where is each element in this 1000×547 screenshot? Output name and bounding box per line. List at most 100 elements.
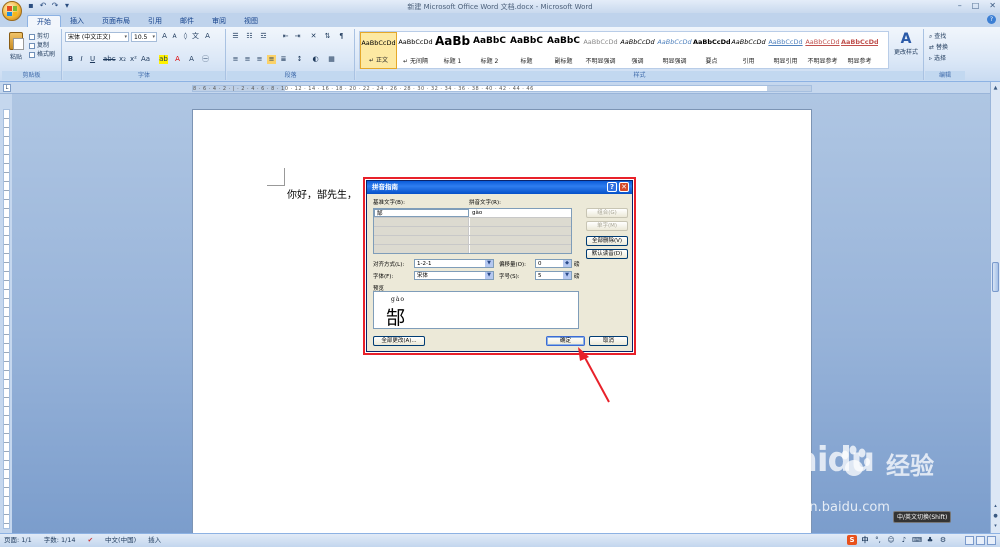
size-select[interactable]: 5 ▼	[535, 271, 572, 280]
align-right-icon[interactable]: ≡	[255, 55, 264, 64]
style-subtle-emphasis[interactable]: AaBbCcDd 不明显强调	[582, 32, 619, 69]
grow-font-icon[interactable]: A	[160, 32, 169, 41]
emoji-icon[interactable]: ☺	[886, 535, 896, 545]
base-text-field[interactable]	[374, 245, 469, 253]
tab-insert[interactable]: 插入	[61, 15, 93, 27]
group-button[interactable]: 组合(G)	[586, 208, 628, 218]
sogou-ime-icon[interactable]: S	[847, 535, 857, 545]
browse-object-icon[interactable]: ●	[992, 512, 999, 520]
shrink-font-icon[interactable]: A	[170, 32, 179, 41]
scroll-up-icon[interactable]: ▲	[992, 84, 999, 92]
tab-home[interactable]: 开始	[27, 15, 61, 27]
tools-icon[interactable]: ⚙	[938, 535, 948, 545]
font-name-select[interactable]: 宋体 (中文正文) ▾	[65, 32, 129, 42]
full-screen-icon[interactable]	[976, 536, 985, 545]
close-icon[interactable]: ✕	[989, 1, 996, 10]
help-icon[interactable]: ?	[607, 182, 617, 192]
ruby-text-field[interactable]	[470, 236, 571, 244]
vertical-scrollbar[interactable]: ▲ ▴ ● ▾	[990, 82, 1000, 533]
default-reading-button[interactable]: 默认读音(D)	[586, 249, 628, 259]
ruby-text-field[interactable]: gào	[470, 209, 571, 217]
tab-view[interactable]: 视图	[235, 15, 267, 27]
web-layout-icon[interactable]	[987, 536, 996, 545]
line-spacing-icon[interactable]: ↕	[295, 55, 304, 64]
style-quote[interactable]: AaBbCcDd 引用	[730, 32, 767, 69]
tab-references[interactable]: 引用	[139, 15, 171, 27]
style-intense-emphasis[interactable]: AaBbCcDd 明显强调	[656, 32, 693, 69]
style-subtitle[interactable]: AaBbC 副标题	[545, 32, 582, 69]
base-text-field[interactable]: 郜	[374, 209, 469, 217]
word-count[interactable]: 字数: 1/14	[44, 534, 76, 547]
skin-icon[interactable]: ♣	[925, 535, 935, 545]
close-icon[interactable]: ✕	[619, 182, 629, 192]
shading-icon[interactable]: ◐	[311, 55, 320, 64]
style-title[interactable]: AaBbC 标题	[508, 32, 545, 69]
paste-button[interactable]: 粘贴	[6, 32, 26, 61]
base-text-field[interactable]	[374, 236, 469, 244]
subscript-icon[interactable]: x₂	[118, 55, 127, 64]
strikethrough-icon[interactable]: abc	[103, 55, 116, 64]
tab-review[interactable]: 审阅	[203, 15, 235, 27]
alignment-select[interactable]: 1-2-1 ▼	[414, 259, 494, 268]
maximize-icon[interactable]: □	[972, 1, 980, 10]
change-styles-button[interactable]: A 更改样式	[893, 31, 919, 56]
punctuation-icon[interactable]: °,	[873, 535, 883, 545]
char-shading-icon[interactable]: A	[187, 55, 196, 64]
help-icon[interactable]: ?	[987, 15, 996, 24]
style-heading-1[interactable]: AaBb 标题 1	[434, 32, 471, 69]
style-normal[interactable]: AaBbCcDd ↵ 正文	[360, 32, 397, 69]
find-button[interactable]: ⌕ 查找	[929, 31, 948, 42]
language-status[interactable]: 中文(中国)	[105, 534, 136, 547]
font-color-icon[interactable]: A	[173, 55, 182, 64]
replace-button[interactable]: ⇄ 替换	[929, 42, 948, 53]
change-case-icon[interactable]: Aa	[141, 55, 150, 64]
italic-icon[interactable]: I	[77, 55, 86, 64]
ime-mode[interactable]: 中	[860, 535, 870, 545]
page-count[interactable]: 页面: 1/1	[4, 534, 32, 547]
keyboard-icon[interactable]: ⌨	[912, 535, 922, 545]
apply-all-button[interactable]: 全部更改(A)...	[373, 336, 425, 346]
style-heading-2[interactable]: AaBbC 标题 2	[471, 32, 508, 69]
format-painter-button[interactable]: 格式刷	[29, 50, 55, 59]
horizontal-ruler[interactable]: 8 · 6 · 4 · 2 · | · 2 · 4 · 6 · 8 · 10 ·…	[192, 85, 812, 92]
tab-page-layout[interactable]: 页面布局	[93, 15, 139, 27]
superscript-icon[interactable]: x²	[129, 55, 138, 64]
char-border-icon[interactable]: A	[203, 32, 212, 41]
cut-button[interactable]: 剪切	[29, 32, 55, 41]
ruby-text-field[interactable]	[470, 218, 571, 226]
mono-button[interactable]: 单字(M)	[586, 221, 628, 231]
prev-page-icon[interactable]: ▴	[992, 502, 999, 510]
base-text-field[interactable]	[374, 227, 469, 235]
decrease-indent-icon[interactable]: ⇤	[281, 32, 290, 41]
style-emphasis[interactable]: AaBbCcDd 强调	[619, 32, 656, 69]
minimize-icon[interactable]: –	[958, 1, 962, 10]
microphone-icon[interactable]: ♪	[899, 535, 909, 545]
scrollbar-thumb[interactable]	[992, 262, 999, 292]
bullets-icon[interactable]: ☰	[231, 32, 240, 41]
sort-icon[interactable]: ⇅	[323, 32, 332, 41]
style-strong[interactable]: AaBbCcDd 要点	[693, 32, 730, 69]
offset-spinner[interactable]: 0 ◆	[535, 259, 572, 268]
underline-icon[interactable]: U	[88, 55, 97, 64]
cancel-button[interactable]: 取消	[589, 336, 628, 346]
insert-mode[interactable]: 插入	[148, 534, 161, 547]
ruby-text-field[interactable]	[470, 245, 571, 253]
justify-icon[interactable]: ≡	[267, 55, 276, 64]
increase-indent-icon[interactable]: ⇥	[293, 32, 302, 41]
next-page-icon[interactable]: ▾	[992, 522, 999, 530]
style-subtle-reference[interactable]: AaBbCcDd 不明显参考	[804, 32, 841, 69]
ok-button[interactable]: 确定	[546, 336, 585, 346]
tab-mailings[interactable]: 邮件	[171, 15, 203, 27]
print-layout-icon[interactable]	[965, 536, 974, 545]
clear-format-icon[interactable]: ◊	[181, 32, 190, 41]
align-center-icon[interactable]: ≡	[243, 55, 252, 64]
distribute-icon[interactable]: ≣	[279, 55, 288, 64]
numbering-icon[interactable]: ☷	[245, 32, 254, 41]
copy-button[interactable]: 复制	[29, 41, 55, 50]
chinese-layout-icon[interactable]: ✕	[309, 32, 318, 41]
base-text-field[interactable]	[374, 218, 469, 226]
highlight-icon[interactable]: ab	[159, 55, 168, 64]
style-intense-quote[interactable]: AaBbCcDd 明显引用	[767, 32, 804, 69]
ruby-text-field[interactable]	[470, 227, 571, 235]
spellcheck-icon[interactable]: ✔	[88, 534, 93, 547]
